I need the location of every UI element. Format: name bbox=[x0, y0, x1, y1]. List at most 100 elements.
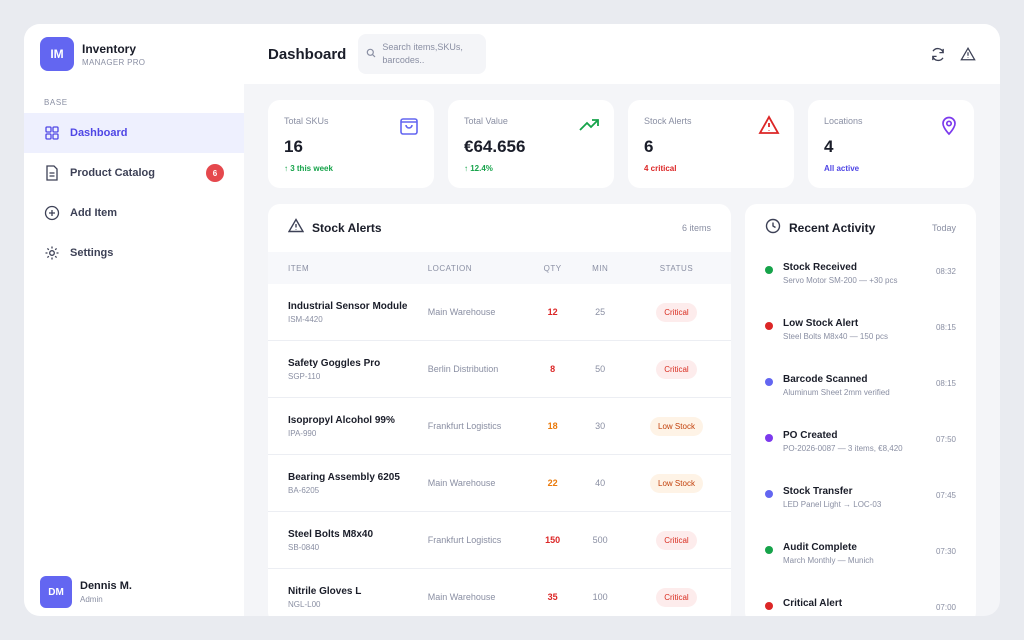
activity-title: Stock Transfer bbox=[783, 486, 853, 497]
stat-card-stock-alerts[interactable]: Stock Alerts 6 4 critical bbox=[628, 100, 794, 188]
warning-icon[interactable] bbox=[960, 46, 976, 62]
list-item[interactable]: Low Stock Alert Steel Bolts M8x40 — 150 p… bbox=[745, 310, 976, 366]
item-location: Frankfurt Logistics bbox=[427, 535, 502, 545]
table-row[interactable]: Bearing Assembly 6205 BA-6205 Main Warehou… bbox=[268, 455, 731, 512]
status-dot bbox=[765, 546, 773, 554]
status-dot bbox=[765, 266, 773, 274]
activity-title: Barcode Scanned bbox=[783, 374, 868, 385]
trend-up-icon bbox=[578, 114, 600, 136]
alert-icon bbox=[758, 114, 780, 136]
status-badge: Critical bbox=[656, 587, 697, 607]
user-profile[interactable]: DM Dennis M. Admin bbox=[40, 572, 132, 612]
stock-alerts-panel: Stock Alerts 6 items ITEM LOCATION QTY M… bbox=[268, 204, 731, 616]
activity-time: 08:32 bbox=[935, 267, 956, 276]
search-placeholder: Search items,SKUs, barcodes.. bbox=[382, 42, 463, 65]
list-item[interactable]: PO Created PO-2026-0087 — 3 items, €8,420… bbox=[745, 422, 976, 478]
item-min: 40 bbox=[595, 478, 606, 488]
activity-time: 07:50 bbox=[935, 435, 956, 444]
col-min: MIN bbox=[592, 263, 609, 273]
item-name: Safety Goggles Pro bbox=[288, 357, 381, 369]
sidebar-item-label: Dashboard bbox=[70, 127, 128, 139]
table-row[interactable]: Isopropyl Alcohol 99% IPA-990 Frankfurt Lo… bbox=[268, 398, 731, 455]
activity-title: Audit Complete bbox=[783, 542, 857, 553]
item-sku: SB-0840 bbox=[288, 542, 320, 552]
item-sku: BA-6205 bbox=[288, 485, 320, 495]
brand: IM Inventory MANAGER PRO bbox=[24, 24, 244, 84]
stat-value: 6 bbox=[644, 137, 654, 156]
stat-sub: ↑ 12.4% bbox=[464, 164, 493, 173]
table-row[interactable]: Safety Goggles Pro SGP-110 Berlin Distribu… bbox=[268, 341, 731, 398]
col-location: LOCATION bbox=[427, 263, 473, 273]
clock-icon bbox=[765, 218, 781, 239]
activity-title: Critical Alert bbox=[783, 598, 843, 609]
sidebar-item-label: Add Item bbox=[70, 207, 118, 219]
recent-activity-panel: Recent Activity Today Stock Received Serv… bbox=[745, 204, 976, 616]
gear-icon bbox=[44, 245, 60, 261]
item-qty: 18 bbox=[547, 421, 558, 431]
table-row[interactable]: Steel Bolts M8x40 SB-0840 Frankfurt Logist… bbox=[268, 512, 731, 569]
page-title: Dashboard bbox=[268, 45, 347, 63]
catalog-badge: 6 bbox=[206, 164, 224, 182]
activity-time: 08:15 bbox=[935, 323, 956, 332]
stat-cards: Total SKUs 16 ↑ 3 this week Total Value … bbox=[268, 100, 974, 188]
sidebar-item-settings[interactable]: Settings bbox=[24, 233, 244, 273]
user-name: Dennis M. bbox=[80, 580, 132, 592]
pin-icon bbox=[938, 114, 960, 136]
item-min: 50 bbox=[595, 364, 606, 374]
sidebar-item-add-item[interactable]: Add Item bbox=[24, 193, 244, 233]
alerts-count: 6 items bbox=[681, 223, 711, 233]
list-item[interactable]: Barcode Scanned Aluminum Sheet 2mm verifi… bbox=[745, 366, 976, 422]
sidebar-item-label: Product Catalog bbox=[70, 167, 155, 179]
item-name: Bearing Assembly 6205 bbox=[288, 471, 400, 483]
sidebar-item-label: Settings bbox=[70, 247, 114, 259]
item-qty: 22 bbox=[547, 478, 558, 488]
sidebar-item-product-catalog[interactable]: Product Catalog 6 bbox=[24, 153, 244, 193]
search-input[interactable]: Search items,SKUs, barcodes.. bbox=[358, 34, 487, 74]
stat-value: 16 bbox=[284, 137, 303, 156]
app-window: IM Inventory MANAGER PRO BASE Dashboard … bbox=[24, 24, 1000, 616]
list-item[interactable]: Stock Received Servo Motor SM-200 — +30 p… bbox=[745, 254, 976, 310]
item-location: Frankfurt Logistics bbox=[427, 421, 502, 431]
list-item[interactable]: Critical Alert 07:00 bbox=[745, 590, 976, 616]
item-sku: NGL-L00 bbox=[288, 599, 321, 609]
list-item[interactable]: Stock Transfer LED Panel Light → LOC-03 07… bbox=[745, 478, 976, 534]
brand-name: Inventory bbox=[82, 41, 137, 56]
stat-card-locations[interactable]: Locations 4 All active bbox=[808, 100, 974, 188]
stat-card-total-value[interactable]: Total Value €64.656 ↑ 12.4% bbox=[448, 100, 614, 188]
table-row[interactable]: Industrial Sensor Module ISM-4420 Main War… bbox=[268, 284, 731, 341]
stat-sub: All active bbox=[824, 164, 860, 173]
status-badge: Low Stock bbox=[650, 473, 703, 493]
item-min: 25 bbox=[595, 307, 606, 317]
refresh-icon[interactable] bbox=[930, 46, 946, 62]
status-dot bbox=[765, 490, 773, 498]
document-icon bbox=[44, 165, 60, 181]
activity-period: Today bbox=[931, 223, 956, 233]
item-qty: 35 bbox=[547, 592, 558, 602]
item-location: Main Warehouse bbox=[427, 478, 496, 488]
status-dot bbox=[765, 602, 773, 610]
item-qty: 150 bbox=[545, 535, 561, 545]
table-row[interactable]: Nitrile Gloves L NGL-L00 Main Warehouse 35 1… bbox=[268, 569, 731, 616]
search-icon bbox=[366, 45, 376, 63]
panel-title: Stock Alerts bbox=[312, 221, 382, 235]
activity-time: 07:00 bbox=[935, 603, 956, 612]
sidebar: IM Inventory MANAGER PRO BASE Dashboard … bbox=[24, 24, 244, 616]
activity-desc: Servo Motor SM-200 — +30 pcs bbox=[783, 276, 898, 285]
nav-section-label: BASE bbox=[44, 98, 68, 107]
table-header: ITEM LOCATION QTY MIN STATUS bbox=[268, 252, 731, 284]
item-location: Berlin Distribution bbox=[427, 364, 499, 374]
status-dot bbox=[765, 378, 773, 386]
sidebar-item-dashboard[interactable]: Dashboard bbox=[24, 113, 244, 153]
grid-icon bbox=[44, 125, 60, 141]
activity-desc: LED Panel Light → LOC-03 bbox=[783, 500, 882, 509]
warning-icon bbox=[287, 218, 305, 238]
status-badge: Critical bbox=[656, 530, 697, 550]
activity-time: 07:45 bbox=[935, 491, 956, 500]
stat-card-total-skus[interactable]: Total SKUs 16 ↑ 3 this week bbox=[268, 100, 434, 188]
status-badge: Low Stock bbox=[650, 416, 703, 436]
item-sku: SGP-110 bbox=[288, 371, 321, 381]
stat-sub: 4 critical bbox=[644, 164, 677, 173]
list-item[interactable]: Audit Complete March Monthly — Munich 07:3… bbox=[745, 534, 976, 590]
item-name: Steel Bolts M8x40 bbox=[288, 528, 374, 540]
topbar: Dashboard Search items,SKUs, barcodes.. bbox=[244, 24, 1000, 84]
